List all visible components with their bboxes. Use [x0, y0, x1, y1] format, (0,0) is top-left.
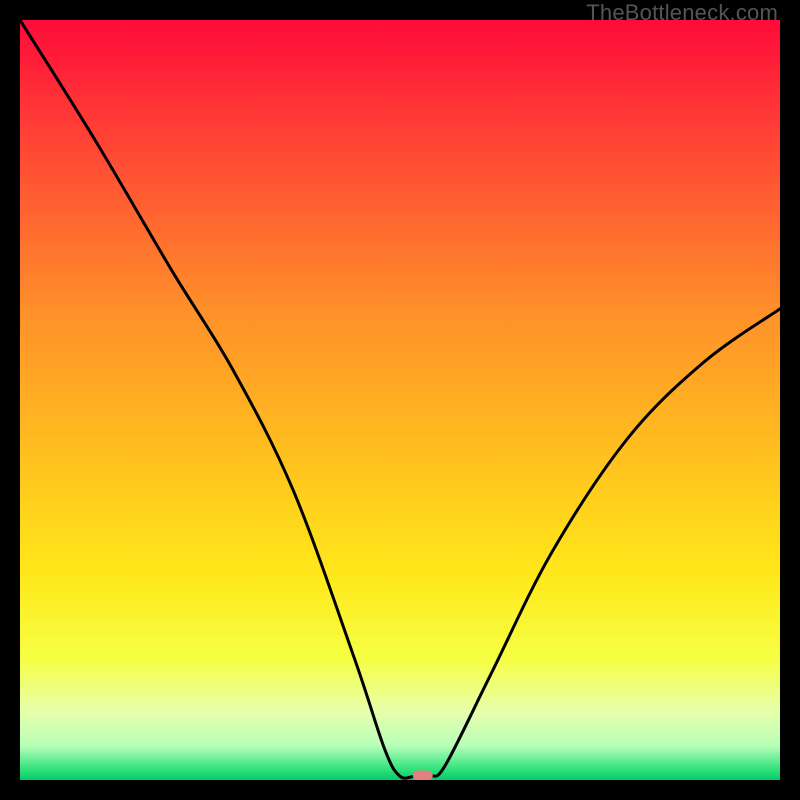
chart-svg — [20, 20, 780, 780]
watermark-text: TheBottleneck.com — [586, 0, 778, 26]
chart-background — [20, 20, 780, 780]
plot-area — [20, 20, 780, 780]
chart-canvas: TheBottleneck.com — [0, 0, 800, 800]
optimum-marker — [413, 770, 433, 780]
